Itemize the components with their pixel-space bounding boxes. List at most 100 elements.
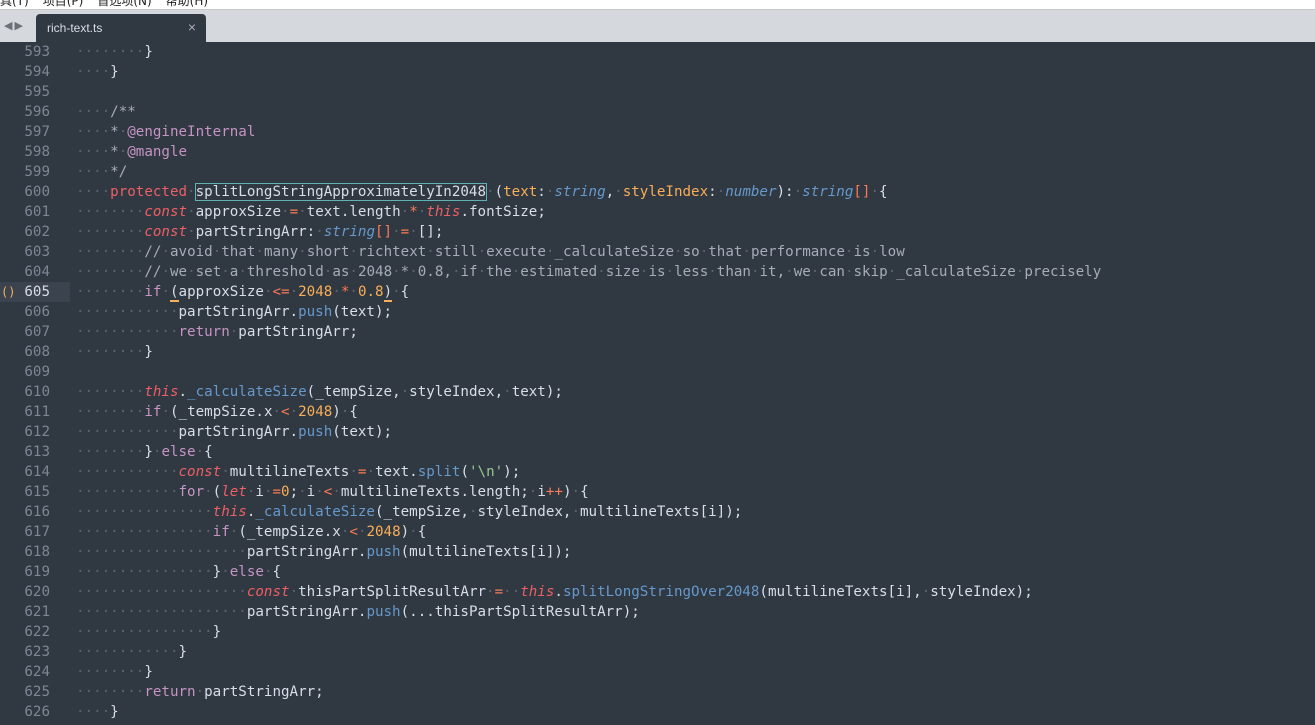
code-token: ············ — [76, 464, 179, 480]
code-line[interactable]: ············partStringArr.push(text); — [76, 302, 392, 322]
code-line[interactable]: ····*·@mangle — [76, 142, 187, 162]
code-line[interactable]: ····················partStringArr.push(.… — [76, 602, 640, 622]
code-token: we — [793, 264, 811, 280]
code-line[interactable]: ············for·(let·i·=0;·i·<·multiline… — [76, 482, 589, 502]
code-line[interactable]: ············return·partStringArr; — [76, 322, 358, 342]
code-token: } — [212, 564, 222, 580]
menu-item[interactable]: 首选项(N) — [97, 0, 151, 8]
code-token: · — [708, 264, 717, 280]
code-line[interactable]: ········const·approxSize·=·text.length·*… — [76, 202, 546, 222]
tab-rich-text[interactable]: rich-text.ts × — [36, 14, 206, 43]
code-line[interactable]: ············const·multilineTexts·=·text.… — [76, 462, 520, 482]
code-token: · — [400, 204, 410, 220]
code-token: this — [212, 504, 247, 520]
code-token: · — [699, 244, 709, 260]
nav-back-icon[interactable]: ◀ — [4, 19, 14, 32]
code-token: · — [195, 444, 205, 460]
code-token: = — [494, 584, 504, 600]
code-line[interactable]: ····protected·splitLongStringApproximate… — [76, 182, 888, 202]
code-token: partStringArr; — [204, 684, 324, 700]
code-line[interactable]: ····/** — [76, 102, 136, 122]
code-line[interactable]: ················this._calculateSize(_tem… — [76, 502, 742, 522]
code-token: · — [392, 284, 401, 300]
code-token: · — [238, 264, 247, 280]
code-token: text. — [375, 464, 418, 480]
code-token: · — [272, 404, 282, 420]
code-line[interactable]: ················if·(_tempSize.x·<·2048)·… — [76, 522, 426, 542]
menu-item[interactable]: 项目(P) — [43, 0, 84, 8]
code-token: · — [221, 264, 230, 280]
code-line[interactable]: ········} — [76, 662, 153, 682]
code-token: thisPartSplitResultArr — [298, 584, 487, 600]
code-token: if — [460, 264, 478, 280]
code-token: styleIndex — [622, 184, 709, 200]
code-line[interactable]: ····} — [76, 702, 119, 722]
line-number: 619 — [24, 564, 50, 580]
code-token: else — [161, 444, 196, 460]
code-token: · — [187, 204, 196, 220]
code-line[interactable]: ········return·partStringArr; — [76, 682, 324, 702]
line-number: 618 — [24, 544, 50, 560]
code-token: 2048 — [366, 524, 401, 540]
code-token: that — [221, 244, 256, 260]
code-line[interactable]: ····················const·thisPartSplitR… — [76, 582, 1033, 602]
menu-bar: 具(T) 项目(P) 首选项(N) 帮助(H) — [0, 0, 1315, 9]
code-token: ( — [494, 184, 504, 200]
code-token: · — [486, 184, 495, 200]
line-number: 610 — [24, 384, 50, 400]
code-token: { — [272, 564, 282, 580]
code-line[interactable]: ················} — [76, 622, 221, 642]
line-number: 598 — [24, 144, 50, 160]
code-token: splitLongStringApproximatelyIn2048 — [194, 183, 488, 201]
code-line[interactable]: ············} — [76, 642, 187, 662]
code-token: partStringArr — [195, 224, 307, 240]
code-token: · — [229, 324, 239, 340]
code-token: number — [725, 184, 777, 200]
code-token: ) — [332, 404, 341, 420]
code-token: · — [161, 264, 170, 280]
code-token: { — [349, 404, 358, 420]
code-line[interactable]: ········} — [76, 342, 153, 362]
menu-item[interactable]: 具(T) — [0, 0, 29, 8]
line-number-row: 607 — [0, 322, 70, 342]
code-line[interactable]: ········} — [76, 42, 153, 62]
code-token: · — [785, 264, 794, 280]
code-line[interactable]: ····*·@engineInternal — [76, 122, 255, 142]
code-line[interactable]: ····*/ — [76, 162, 127, 182]
code-line[interactable]: ····} — [76, 62, 119, 82]
line-number: 608 — [24, 344, 50, 360]
code-token: return — [144, 684, 196, 700]
code-token: } — [144, 44, 153, 60]
code-token: else — [229, 564, 264, 580]
code-token: · — [161, 244, 170, 260]
code-line[interactable]: ············partStringArr.push(text); — [76, 422, 392, 442]
code-line[interactable]: ········this._calculateSize(_tempSize,·s… — [76, 382, 563, 402]
close-icon[interactable]: × — [188, 19, 196, 35]
code-token: · — [298, 244, 307, 260]
code-token: · — [332, 484, 341, 500]
code-token: @engineInternal — [127, 124, 256, 140]
code-line[interactable]: ········//·we·set·a·threshold·as·2048·*·… — [76, 262, 1101, 282]
code-token: · — [614, 184, 623, 200]
code-line[interactable]: ················}·else·{ — [76, 562, 281, 582]
code-editor[interactable]: 593 594 595 596 597 598 599 600 601 602 603 604 () 60… — [0, 42, 1315, 725]
code-token: ) — [383, 284, 393, 302]
line-number: 621 — [24, 604, 50, 620]
code-line[interactable]: ········if·(approxSize·<=·2048·*·0.8)·{ — [76, 282, 409, 302]
line-number-row: 616 — [0, 502, 70, 522]
line-number: 594 — [24, 64, 50, 80]
code-token: · — [221, 464, 230, 480]
code-token: · — [870, 184, 880, 200]
code-token: (_tempSize.x — [169, 404, 273, 420]
menu-item[interactable]: 帮助(H) — [166, 0, 208, 8]
bracket-marker-icon: () — [1, 285, 16, 299]
code-line[interactable]: ········//·avoid·that·many·short·richtex… — [76, 242, 905, 262]
code-line[interactable]: ········if·(_tempSize.x·<·2048)·{ — [76, 402, 358, 422]
code-line[interactable]: ····················partStringArr.push(m… — [76, 542, 571, 562]
code-token: approxSize — [195, 204, 282, 220]
tab-bar: ◀▶ rich-text.ts × — [0, 9, 1315, 43]
code-line[interactable]: ········const·partStringArr:·string[]·=·… — [76, 222, 443, 242]
code-line[interactable]: ········}·else·{ — [76, 442, 213, 462]
code-token: text.length — [306, 204, 401, 220]
nav-forward-icon[interactable]: ▶ — [14, 19, 24, 32]
